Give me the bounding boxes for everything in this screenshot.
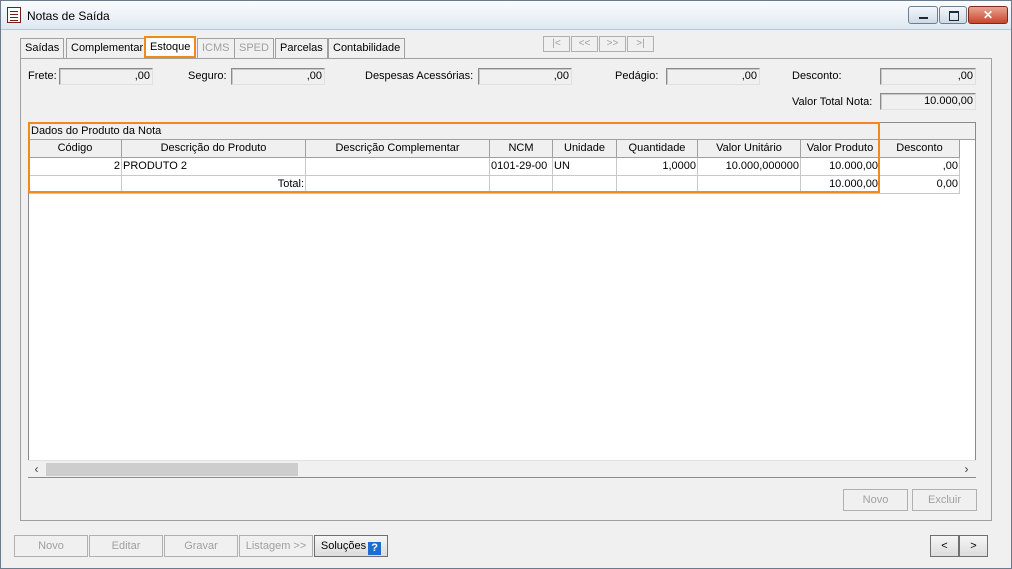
col-codigo[interactable]: Código (29, 140, 122, 158)
total-desconto: 0,00 (880, 176, 960, 194)
maximize-button[interactable] (939, 6, 967, 24)
gravar-button[interactable]: Gravar (164, 535, 238, 557)
tab-contabilidade[interactable]: Contabilidade (328, 38, 406, 58)
cell-ncm[interactable]: 0101-29-00 (490, 158, 553, 176)
scroll-right-icon[interactable]: › (958, 461, 975, 478)
first-record-button[interactable]: |< (543, 36, 570, 52)
cell-valor-unitario[interactable]: 10.000,000000 (698, 158, 801, 176)
cell-descricao-produto[interactable]: PRODUTO 2 (122, 158, 306, 176)
title-bar[interactable]: Notas de Saída ✕ (1, 1, 1011, 30)
total-empty-cell (698, 176, 801, 194)
pager-prev-button[interactable]: < (930, 535, 959, 557)
solucoes-button[interactable]: Soluções? (314, 535, 388, 557)
last-record-button[interactable]: >| (627, 36, 654, 52)
total-empty-cell (29, 176, 122, 194)
total-empty-cell (306, 176, 490, 194)
product-grid[interactable]: Dados do Produto da Nota Código Descriçã… (28, 122, 976, 478)
next-record-button[interactable]: >> (599, 36, 626, 52)
col-valor-unitario[interactable]: Valor Unitário (698, 140, 801, 158)
valor-total-field: 10.000,00 (880, 93, 976, 110)
document-icon (7, 7, 21, 23)
tab-parcelas[interactable]: Parcelas (275, 38, 328, 58)
grid-horizontal-scrollbar[interactable]: ‹ › (28, 460, 976, 477)
cell-descricao-complementar[interactable] (306, 158, 490, 176)
col-quantidade[interactable]: Quantidade (617, 140, 698, 158)
total-empty-cell (617, 176, 698, 194)
frete-field[interactable]: ,00 (59, 68, 153, 85)
col-descricao-complementar[interactable]: Descrição Complementar (306, 140, 490, 158)
solucoes-label: Soluções (320, 540, 367, 552)
listagem-button[interactable]: Listagem >> (239, 535, 313, 557)
novo-button[interactable]: Novo (14, 535, 88, 557)
cell-valor-produto[interactable]: 10.000,00 (801, 158, 880, 176)
grid-excluir-button[interactable]: Excluir (912, 489, 977, 511)
grid-novo-button[interactable]: Novo (843, 489, 908, 511)
cell-quantidade[interactable]: 1,0000 (617, 158, 698, 176)
seguro-field[interactable]: ,00 (231, 68, 325, 85)
pedagio-label: Pedágio: (615, 70, 659, 82)
cell-codigo[interactable]: 2 (29, 158, 122, 176)
seguro-label: Seguro: (188, 70, 227, 82)
despesas-label: Despesas Acessórias: (365, 70, 474, 82)
help-icon: ? (368, 542, 382, 555)
col-ncm[interactable]: NCM (490, 140, 553, 158)
total-valor-produto: 10.000,00 (801, 176, 880, 194)
valor-total-label: Valor Total Nota: (792, 96, 873, 108)
cell-unidade[interactable]: UN (553, 158, 617, 176)
window-title: Notas de Saída (27, 9, 110, 23)
frete-label: Frete: (28, 70, 57, 82)
notas-de-saida-window: Notas de Saída ✕ Saídas Complementar Est… (0, 0, 1012, 569)
close-icon: ✕ (982, 8, 994, 22)
desconto-field[interactable]: ,00 (880, 68, 976, 85)
pager-next-button[interactable]: > (959, 535, 988, 557)
pedagio-field[interactable]: ,00 (666, 68, 760, 85)
col-valor-produto[interactable]: Valor Produto (801, 140, 880, 158)
total-label: Total: (122, 176, 306, 194)
editar-button[interactable]: Editar (89, 535, 163, 557)
tab-icms[interactable]: ICMS (197, 38, 235, 58)
scroll-left-icon[interactable]: ‹ (28, 461, 45, 478)
grid-caption: Dados do Produto da Nota (29, 123, 975, 140)
desconto-label: Desconto: (792, 70, 842, 82)
prev-record-button[interactable]: << (571, 36, 598, 52)
scroll-thumb[interactable] (46, 463, 298, 476)
col-desconto[interactable]: Desconto (880, 140, 960, 158)
total-empty-cell (553, 176, 617, 194)
tab-sped[interactable]: SPED (234, 38, 274, 58)
minimize-button[interactable] (908, 6, 938, 24)
cell-desconto[interactable]: ,00 (880, 158, 960, 176)
despesas-field[interactable]: ,00 (478, 68, 572, 85)
tab-saidas[interactable]: Saídas (20, 38, 65, 58)
close-button[interactable]: ✕ (968, 6, 1008, 24)
total-empty-cell (490, 176, 553, 194)
tab-complementar[interactable]: Complementar (66, 38, 149, 58)
col-descricao-produto[interactable]: Descrição do Produto (122, 140, 306, 158)
tab-estoque[interactable]: Estoque (144, 36, 197, 58)
col-unidade[interactable]: Unidade (553, 140, 617, 158)
